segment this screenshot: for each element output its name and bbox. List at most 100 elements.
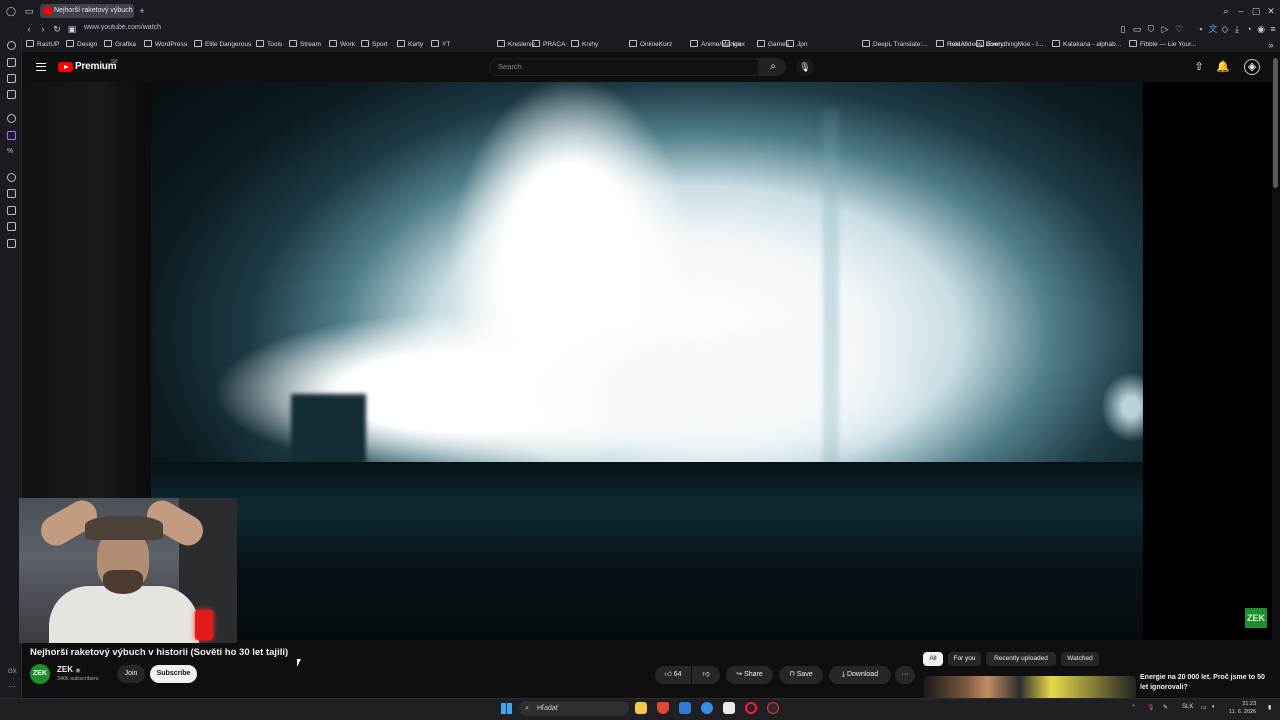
- bookmark-item[interactable]: OnlineKurz: [629, 40, 672, 48]
- channel-avatar[interactable]: ZEK: [30, 664, 50, 684]
- bookmark-page-icon[interactable]: ▭: [1132, 24, 1142, 34]
- extension-green-icon[interactable]: ▪: [1196, 24, 1206, 34]
- bookmark-item[interactable]: RastUP: [26, 40, 59, 48]
- app-record-icon[interactable]: [767, 702, 779, 714]
- sidebar-bookmarks-icon[interactable]: [7, 206, 16, 215]
- bookmark-item[interactable]: YT: [431, 40, 450, 48]
- bookmark-item[interactable]: kmx: [722, 40, 745, 48]
- video-player[interactable]: [151, 82, 1143, 640]
- reload-icon[interactable]: ↻: [52, 24, 62, 34]
- voice-search-button[interactable]: 🎙: [796, 58, 814, 76]
- camera-icon[interactable]: ◉: [1256, 24, 1266, 34]
- pen-tray-icon[interactable]: ✎: [1163, 704, 1168, 711]
- chip-recently-uploaded[interactable]: Recently uploaded: [986, 652, 1056, 666]
- dislike-button[interactable]: 👎︎: [692, 666, 720, 684]
- brave-browser-icon[interactable]: [657, 702, 669, 714]
- bookmark-item[interactable]: Work: [329, 40, 355, 48]
- chip-for-you[interactable]: For you: [948, 652, 981, 666]
- bookmark-item[interactable]: Katakana - alphab...: [1052, 40, 1121, 48]
- bookmark-item[interactable]: Games: [757, 40, 789, 48]
- bookmark-item[interactable]: Grafika: [104, 40, 136, 48]
- share-button[interactable]: ↪ Share: [726, 666, 773, 684]
- bookmark-item[interactable]: Fibble — Lie Your...: [1129, 40, 1196, 48]
- opera-gx-icon[interactable]: [745, 702, 757, 714]
- browser-logo-icon[interactable]: ◯: [6, 6, 16, 16]
- channel-watermark[interactable]: ZEK: [1245, 608, 1267, 628]
- search-tabs-icon[interactable]: ⌕: [1221, 6, 1231, 16]
- calendar-icon[interactable]: [723, 702, 735, 714]
- screenshot-icon[interactable]: ◔: [1244, 24, 1254, 34]
- bookmark-item[interactable]: Sport: [361, 40, 388, 48]
- sidebar-downloads-icon[interactable]: [7, 222, 16, 231]
- shield-icon[interactable]: ⛉: [1146, 24, 1156, 34]
- gx-label[interactable]: GX: [8, 669, 17, 675]
- heart-icon[interactable]: ♡: [1174, 24, 1184, 34]
- upload-icon[interactable]: ⇧: [1192, 60, 1206, 74]
- sidebar-apps-icon[interactable]: [7, 58, 16, 67]
- app-edge-icon[interactable]: [701, 702, 713, 714]
- sidebar-settings-icon[interactable]: [7, 239, 16, 248]
- bookmark-item[interactable]: WordPress: [144, 40, 187, 48]
- hamburger-menu-icon[interactable]: [36, 63, 46, 71]
- back-icon[interactable]: ‹: [24, 24, 34, 34]
- sidebar-more-icon[interactable]: ···: [8, 682, 16, 691]
- language-indicator[interactable]: SLK: [1182, 704, 1193, 710]
- bookmark-item[interactable]: EverythingMoe - I...: [976, 40, 1043, 48]
- page-scrollbar[interactable]: [1273, 58, 1278, 188]
- active-tab[interactable]: Nejhorší raketový výbuch: [40, 4, 134, 18]
- taskbar-search[interactable]: ⌕ Hľadať: [519, 701, 629, 716]
- youtube-logo-icon[interactable]: [58, 62, 73, 72]
- channel-name[interactable]: ZEK ◉: [57, 665, 80, 674]
- recommended-video-title[interactable]: Energie na 20 000 let. Proč jsme to 50 l…: [1140, 673, 1270, 693]
- bookmark-item[interactable]: Karty: [397, 40, 423, 48]
- tray-overflow-icon[interactable]: ⌃: [1131, 704, 1136, 711]
- microphone-tray-icon[interactable]: 🎙: [1147, 704, 1155, 711]
- notifications-bell-icon[interactable]: 🔔: [1216, 60, 1230, 74]
- site-info-icon[interactable]: ▣: [67, 24, 77, 34]
- like-button[interactable]: 👍︎ 64: [655, 666, 691, 684]
- extensions-icon[interactable]: ◇: [1220, 24, 1230, 34]
- bookmarks-overflow-icon[interactable]: »: [1266, 40, 1276, 50]
- extension-icon[interactable]: ▯: [1118, 24, 1128, 34]
- download-icon[interactable]: ⤓: [1232, 24, 1242, 34]
- chip-all[interactable]: All: [923, 652, 943, 666]
- sidebar-discord-icon[interactable]: [7, 90, 16, 99]
- sidebar-twitch-icon[interactable]: [7, 131, 16, 140]
- chip-watched[interactable]: Watched: [1061, 652, 1099, 666]
- bookmark-item[interactable]: Design: [66, 40, 97, 48]
- play-icon[interactable]: ▷: [1160, 24, 1170, 34]
- bookmark-item[interactable]: Stream: [289, 40, 321, 48]
- sidebar-messenger-icon[interactable]: [7, 74, 16, 83]
- windows-start-icon[interactable]: [501, 703, 512, 714]
- bookmark-item[interactable]: Jpn: [786, 40, 807, 48]
- sidebar-history-icon[interactable]: [7, 173, 16, 182]
- taskbar-clock[interactable]: 21:23 11. 6. 2026: [1229, 700, 1256, 716]
- download-button[interactable]: ⤓ Download: [829, 666, 891, 684]
- forward-icon[interactable]: ›: [38, 24, 48, 34]
- close-icon[interactable]: ✕: [1266, 6, 1276, 16]
- search-button[interactable]: ⌕: [759, 58, 786, 76]
- bookmark-item[interactable]: Tools: [256, 40, 282, 48]
- bookmark-item[interactable]: Elite Dangerous: [194, 40, 251, 48]
- tab-list-icon[interactable]: ▭: [24, 6, 34, 16]
- account-avatar-icon[interactable]: ◈: [1244, 59, 1260, 75]
- app-blue-icon[interactable]: [679, 702, 691, 714]
- search-input[interactable]: Search: [489, 58, 759, 76]
- bookmark-item[interactable]: Kreslenie: [497, 40, 535, 48]
- channel-name-text[interactable]: ZEK: [57, 665, 73, 674]
- recommended-video-thumbnail[interactable]: [924, 676, 1136, 698]
- file-explorer-icon[interactable]: [635, 702, 647, 714]
- minimize-icon[interactable]: –: [1236, 6, 1246, 16]
- sidebar-chatgpt-icon[interactable]: [7, 114, 16, 123]
- bookmark-item[interactable]: Hokuro: [936, 40, 968, 48]
- save-button[interactable]: ⊓ Save: [779, 666, 823, 684]
- more-actions-button[interactable]: ···: [895, 666, 915, 684]
- bookmark-item[interactable]: Knihy: [571, 40, 598, 48]
- network-icon[interactable]: ▭: [1201, 704, 1207, 711]
- sidebar-player-icon[interactable]: [7, 189, 16, 198]
- maximize-icon[interactable]: ▢: [1251, 6, 1261, 16]
- bookmark-item[interactable]: DeepL Translate:...: [862, 40, 928, 48]
- translate-icon[interactable]: 文: [1208, 24, 1218, 34]
- sidebar-home-icon[interactable]: [7, 41, 16, 50]
- join-button[interactable]: Join: [117, 665, 145, 683]
